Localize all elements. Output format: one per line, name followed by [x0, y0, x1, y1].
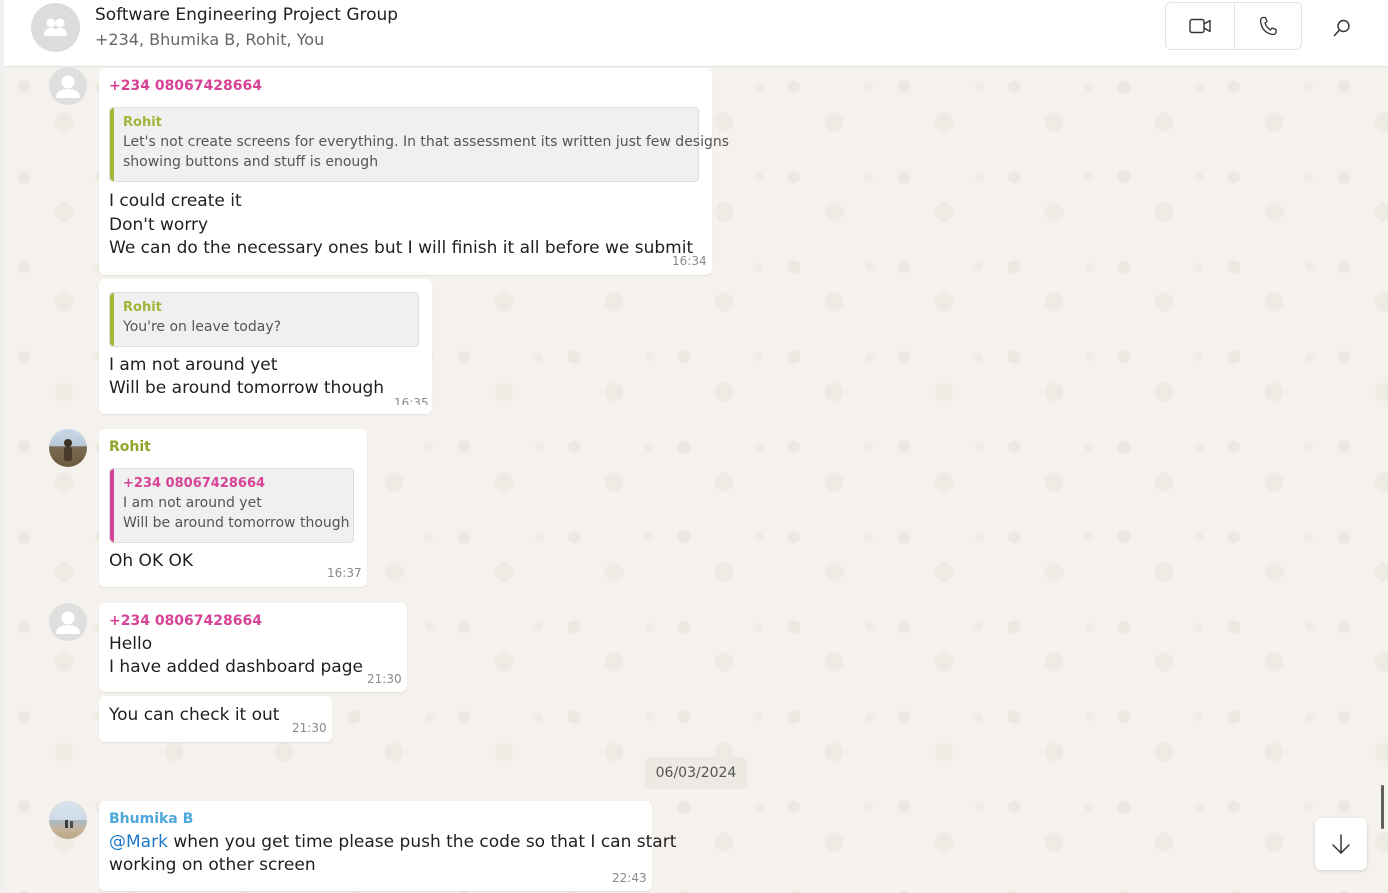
message-time: 21:30: [292, 721, 327, 735]
message-text: Hello: [109, 634, 153, 654]
quote-author: +234 08067428664: [123, 476, 266, 491]
message-time: 16:34: [672, 254, 707, 268]
chat-header: Software Engineering Project Group +234,…: [4, 0, 1388, 67]
phone-icon: [1259, 16, 1277, 36]
avatar[interactable]: [49, 603, 87, 641]
scrollbar-thumb[interactable]: [1381, 785, 1384, 829]
message-text: I have added dashboard page: [109, 657, 363, 677]
message-bubble[interactable]: +234 08067428664 Hello I have added dash…: [99, 603, 407, 692]
avatar[interactable]: [49, 801, 87, 839]
chat-participants[interactable]: +234, Bhumika B, Rohit, You: [95, 30, 324, 49]
quoted-message[interactable]: Rohit Let's not create screens for every…: [109, 107, 729, 182]
sender-name[interactable]: Rohit: [109, 439, 151, 455]
message-text: @Mark when you get time please push the …: [109, 832, 676, 852]
quote-text: Let's not create screens for everything.…: [123, 134, 730, 150]
message-text: working on other screen: [109, 855, 316, 875]
message-text: I am not around yet: [109, 355, 278, 375]
message-bubble[interactable]: +234 08067428664 Rohit Let's not create …: [99, 68, 729, 275]
video-call-button[interactable]: [1166, 3, 1235, 49]
message-bubble[interactable]: Rohit You're on leave today? I am not ar…: [99, 279, 432, 414]
message-time: 16:35: [394, 396, 429, 405]
mention-link[interactable]: @Mark: [109, 832, 168, 852]
message-time: 22:43: [612, 871, 647, 885]
quote-bar: [110, 108, 114, 181]
sender-name[interactable]: +234 08067428664: [109, 613, 262, 629]
arrow-down-icon: [1332, 834, 1350, 854]
group-avatar[interactable]: [31, 3, 80, 52]
chat-window: Software Engineering Project Group +234,…: [0, 0, 1388, 893]
default-user-icon: [56, 611, 80, 634]
quote-text: You're on leave today?: [123, 319, 282, 335]
quote-text: showing buttons and stuff is enough: [123, 154, 379, 170]
avatar[interactable]: [49, 67, 87, 105]
message-text: Don't worry: [109, 215, 209, 235]
date-separator: 06/03/2024: [645, 757, 747, 789]
sender-name[interactable]: Bhumika B: [109, 811, 193, 827]
message-list[interactable]: +234 08067428664 Rohit Let's not create …: [4, 67, 1388, 893]
sender-name[interactable]: +234 08067428664: [109, 78, 262, 94]
chat-title[interactable]: Software Engineering Project Group: [95, 5, 398, 25]
message-text: You can check it out: [109, 705, 280, 725]
message-bubble[interactable]: You can check it out 21:30: [99, 696, 332, 742]
message-text: I could create it: [109, 191, 242, 211]
message-text: Oh OK OK: [109, 551, 194, 571]
message-text: We can do the necessary ones but I will …: [109, 238, 694, 258]
quote-author: Rohit: [123, 115, 162, 130]
message-text-segment: when you get time please push the code s…: [167, 832, 677, 852]
quote-bar: [110, 293, 114, 346]
scroll-to-bottom-button[interactable]: [1315, 818, 1367, 870]
quote-text: Will be around tomorrow though: [123, 515, 350, 531]
avatar[interactable]: [49, 429, 87, 467]
user-photo: [65, 820, 73, 828]
message-time: 21:30: [367, 672, 402, 686]
message-bubble[interactable]: Bhumika B @Mark when you get time please…: [99, 801, 676, 891]
video-camera-icon: [1189, 18, 1211, 34]
quoted-message[interactable]: +234 08067428664 I am not around yet Wil…: [109, 468, 354, 543]
quote-bar: [110, 469, 114, 542]
message-time: 16:37: [327, 566, 362, 580]
quote-author: Rohit: [123, 300, 162, 315]
quoted-message[interactable]: Rohit You're on leave today?: [109, 292, 419, 347]
default-user-icon: [56, 75, 80, 98]
group-icon: [44, 18, 67, 36]
message-text: Will be around tomorrow though: [109, 378, 385, 398]
call-button-group: [1165, 2, 1302, 50]
quote-text: I am not around yet: [123, 495, 262, 511]
message-bubble[interactable]: Rohit +234 08067428664 I am not around y…: [99, 429, 367, 587]
voice-call-button[interactable]: [1234, 3, 1302, 49]
user-photo: [64, 439, 72, 461]
search-button[interactable]: [1322, 12, 1362, 44]
search-icon: [1333, 19, 1350, 37]
